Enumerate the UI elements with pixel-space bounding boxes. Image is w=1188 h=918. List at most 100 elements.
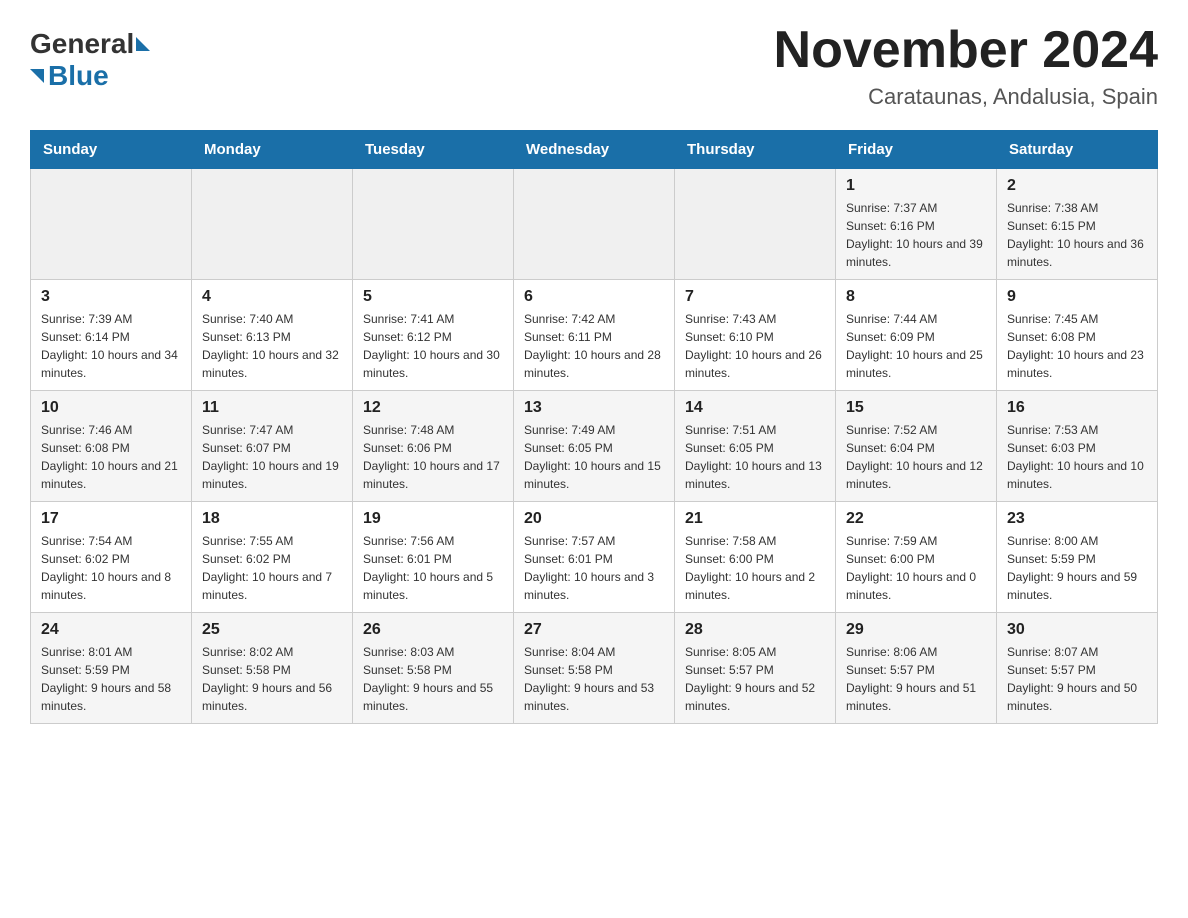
day-number: 4 <box>202 288 342 306</box>
calendar-cell: 11Sunrise: 7:47 AMSunset: 6:07 PMDayligh… <box>192 391 353 502</box>
day-info: Sunrise: 7:52 AMSunset: 6:04 PMDaylight:… <box>846 421 986 493</box>
calendar-cell: 17Sunrise: 7:54 AMSunset: 6:02 PMDayligh… <box>31 502 192 613</box>
day-number: 25 <box>202 621 342 639</box>
day-info: Sunrise: 7:43 AMSunset: 6:10 PMDaylight:… <box>685 310 825 382</box>
calendar-cell <box>514 169 675 280</box>
day-info: Sunrise: 7:41 AMSunset: 6:12 PMDaylight:… <box>363 310 503 382</box>
day-info: Sunrise: 7:56 AMSunset: 6:01 PMDaylight:… <box>363 532 503 604</box>
day-info: Sunrise: 7:39 AMSunset: 6:14 PMDaylight:… <box>41 310 181 382</box>
logo-blue-text: Blue <box>48 60 109 92</box>
logo: General Blue <box>30 20 152 92</box>
weekday-header-saturday: Saturday <box>997 131 1158 169</box>
day-number: 19 <box>363 510 503 528</box>
day-number: 20 <box>524 510 664 528</box>
day-number: 14 <box>685 399 825 417</box>
weekday-header-sunday: Sunday <box>31 131 192 169</box>
calendar-cell: 25 Sunrise: 8:02 AMSunset: 5:58 PMDayligh… <box>192 613 353 724</box>
title-block: November 2024 Carataunas, Andalusia, Spa… <box>774 20 1158 110</box>
day-number: 9 <box>1007 288 1147 306</box>
day-number: 15 <box>846 399 986 417</box>
calendar-cell: 9 Sunrise: 7:45 AMSunset: 6:08 PMDaylight… <box>997 280 1158 391</box>
calendar-cell: 24 Sunrise: 8:01 AMSunset: 5:59 PMDayligh… <box>31 613 192 724</box>
weekday-header-friday: Friday <box>836 131 997 169</box>
calendar-cell <box>192 169 353 280</box>
day-number: 1 <box>846 177 986 195</box>
calendar-cell: 13 Sunrise: 7:49 AMSunset: 6:05 PMDayligh… <box>514 391 675 502</box>
day-number: 8 <box>846 288 986 306</box>
day-info: Sunrise: 8:01 AMSunset: 5:59 PMDaylight:… <box>41 643 181 715</box>
day-number: 17 <box>41 510 181 528</box>
day-info: Sunrise: 8:02 AMSunset: 5:58 PMDaylight:… <box>202 643 342 715</box>
day-number: 10 <box>41 399 181 417</box>
day-info: Sunrise: 7:48 AMSunset: 6:06 PMDaylight:… <box>363 421 503 493</box>
day-info: Sunrise: 7:46 AMSunset: 6:08 PMDaylight:… <box>41 421 181 493</box>
day-number: 26 <box>363 621 503 639</box>
logo-text: General <box>30 30 152 58</box>
day-info: Sunrise: 7:49 AMSunset: 6:05 PMDaylight:… <box>524 421 664 493</box>
calendar-cell: 28Sunrise: 8:05 AMSunset: 5:57 PMDayligh… <box>675 613 836 724</box>
calendar-cell: 29 Sunrise: 8:06 AMSunset: 5:57 PMDayligh… <box>836 613 997 724</box>
day-info: Sunrise: 7:59 AMSunset: 6:00 PMDaylight:… <box>846 532 986 604</box>
weekday-header-tuesday: Tuesday <box>353 131 514 169</box>
day-info: Sunrise: 8:06 AMSunset: 5:57 PMDaylight:… <box>846 643 986 715</box>
calendar-cell: 18 Sunrise: 7:55 AMSunset: 6:02 PMDayligh… <box>192 502 353 613</box>
calendar-week-row: 24 Sunrise: 8:01 AMSunset: 5:59 PMDayligh… <box>31 613 1158 724</box>
calendar-header-row: SundayMondayTuesdayWednesdayThursdayFrid… <box>31 131 1158 169</box>
day-number: 29 <box>846 621 986 639</box>
weekday-header-wednesday: Wednesday <box>514 131 675 169</box>
calendar-cell <box>31 169 192 280</box>
calendar-cell: 16Sunrise: 7:53 AMSunset: 6:03 PMDayligh… <box>997 391 1158 502</box>
month-title: November 2024 <box>774 20 1158 80</box>
day-number: 30 <box>1007 621 1147 639</box>
calendar-week-row: 3Sunrise: 7:39 AMSunset: 6:14 PMDaylight… <box>31 280 1158 391</box>
weekday-header-monday: Monday <box>192 131 353 169</box>
calendar-cell: 14 Sunrise: 7:51 AMSunset: 6:05 PMDayligh… <box>675 391 836 502</box>
day-number: 22 <box>846 510 986 528</box>
calendar-cell: 3Sunrise: 7:39 AMSunset: 6:14 PMDaylight… <box>31 280 192 391</box>
day-number: 27 <box>524 621 664 639</box>
calendar-cell: 1 Sunrise: 7:37 AMSunset: 6:16 PMDaylight… <box>836 169 997 280</box>
day-number: 13 <box>524 399 664 417</box>
location-text: Carataunas, Andalusia, Spain <box>774 84 1158 110</box>
day-number: 18 <box>202 510 342 528</box>
day-info: Sunrise: 8:03 AMSunset: 5:58 PMDaylight:… <box>363 643 503 715</box>
calendar-cell: 12 Sunrise: 7:48 AMSunset: 6:06 PMDayligh… <box>353 391 514 502</box>
day-info: Sunrise: 7:55 AMSunset: 6:02 PMDaylight:… <box>202 532 342 604</box>
day-info: Sunrise: 7:51 AMSunset: 6:05 PMDaylight:… <box>685 421 825 493</box>
day-info: Sunrise: 8:05 AMSunset: 5:57 PMDaylight:… <box>685 643 825 715</box>
calendar-cell: 6Sunrise: 7:42 AMSunset: 6:11 PMDaylight… <box>514 280 675 391</box>
day-info: Sunrise: 8:07 AMSunset: 5:57 PMDaylight:… <box>1007 643 1147 715</box>
day-number: 23 <box>1007 510 1147 528</box>
calendar-cell: 15 Sunrise: 7:52 AMSunset: 6:04 PMDayligh… <box>836 391 997 502</box>
calendar-cell: 8Sunrise: 7:44 AMSunset: 6:09 PMDaylight… <box>836 280 997 391</box>
calendar-cell: 20 Sunrise: 7:57 AMSunset: 6:01 PMDayligh… <box>514 502 675 613</box>
day-number: 2 <box>1007 177 1147 195</box>
calendar-cell: 27 Sunrise: 8:04 AMSunset: 5:58 PMDayligh… <box>514 613 675 724</box>
calendar-cell <box>353 169 514 280</box>
day-info: Sunrise: 8:04 AMSunset: 5:58 PMDaylight:… <box>524 643 664 715</box>
day-info: Sunrise: 7:40 AMSunset: 6:13 PMDaylight:… <box>202 310 342 382</box>
day-number: 24 <box>41 621 181 639</box>
calendar-cell: 21 Sunrise: 7:58 AMSunset: 6:00 PMDayligh… <box>675 502 836 613</box>
calendar-cell: 4 Sunrise: 7:40 AMSunset: 6:13 PMDaylight… <box>192 280 353 391</box>
day-info: Sunrise: 7:38 AMSunset: 6:15 PMDaylight:… <box>1007 199 1147 271</box>
calendar-body: 1 Sunrise: 7:37 AMSunset: 6:16 PMDaylight… <box>31 169 1158 724</box>
page-header: General Blue November 2024 Carataunas, A… <box>30 20 1158 110</box>
calendar-cell: 10 Sunrise: 7:46 AMSunset: 6:08 PMDayligh… <box>31 391 192 502</box>
day-number: 12 <box>363 399 503 417</box>
calendar-cell: 2 Sunrise: 7:38 AMSunset: 6:15 PMDaylight… <box>997 169 1158 280</box>
day-info: Sunrise: 7:58 AMSunset: 6:00 PMDaylight:… <box>685 532 825 604</box>
day-number: 5 <box>363 288 503 306</box>
calendar-cell: 26 Sunrise: 8:03 AMSunset: 5:58 PMDayligh… <box>353 613 514 724</box>
calendar-week-row: 10 Sunrise: 7:46 AMSunset: 6:08 PMDayligh… <box>31 391 1158 502</box>
calendar-cell: 30 Sunrise: 8:07 AMSunset: 5:57 PMDayligh… <box>997 613 1158 724</box>
day-number: 6 <box>524 288 664 306</box>
day-info: Sunrise: 7:45 AMSunset: 6:08 PMDaylight:… <box>1007 310 1147 382</box>
day-info: Sunrise: 8:00 AMSunset: 5:59 PMDaylight:… <box>1007 532 1147 604</box>
calendar-cell <box>675 169 836 280</box>
day-number: 21 <box>685 510 825 528</box>
calendar-cell: 7Sunrise: 7:43 AMSunset: 6:10 PMDaylight… <box>675 280 836 391</box>
day-info: Sunrise: 7:37 AMSunset: 6:16 PMDaylight:… <box>846 199 986 271</box>
day-info: Sunrise: 7:57 AMSunset: 6:01 PMDaylight:… <box>524 532 664 604</box>
logo-arrow-icon <box>136 37 150 51</box>
